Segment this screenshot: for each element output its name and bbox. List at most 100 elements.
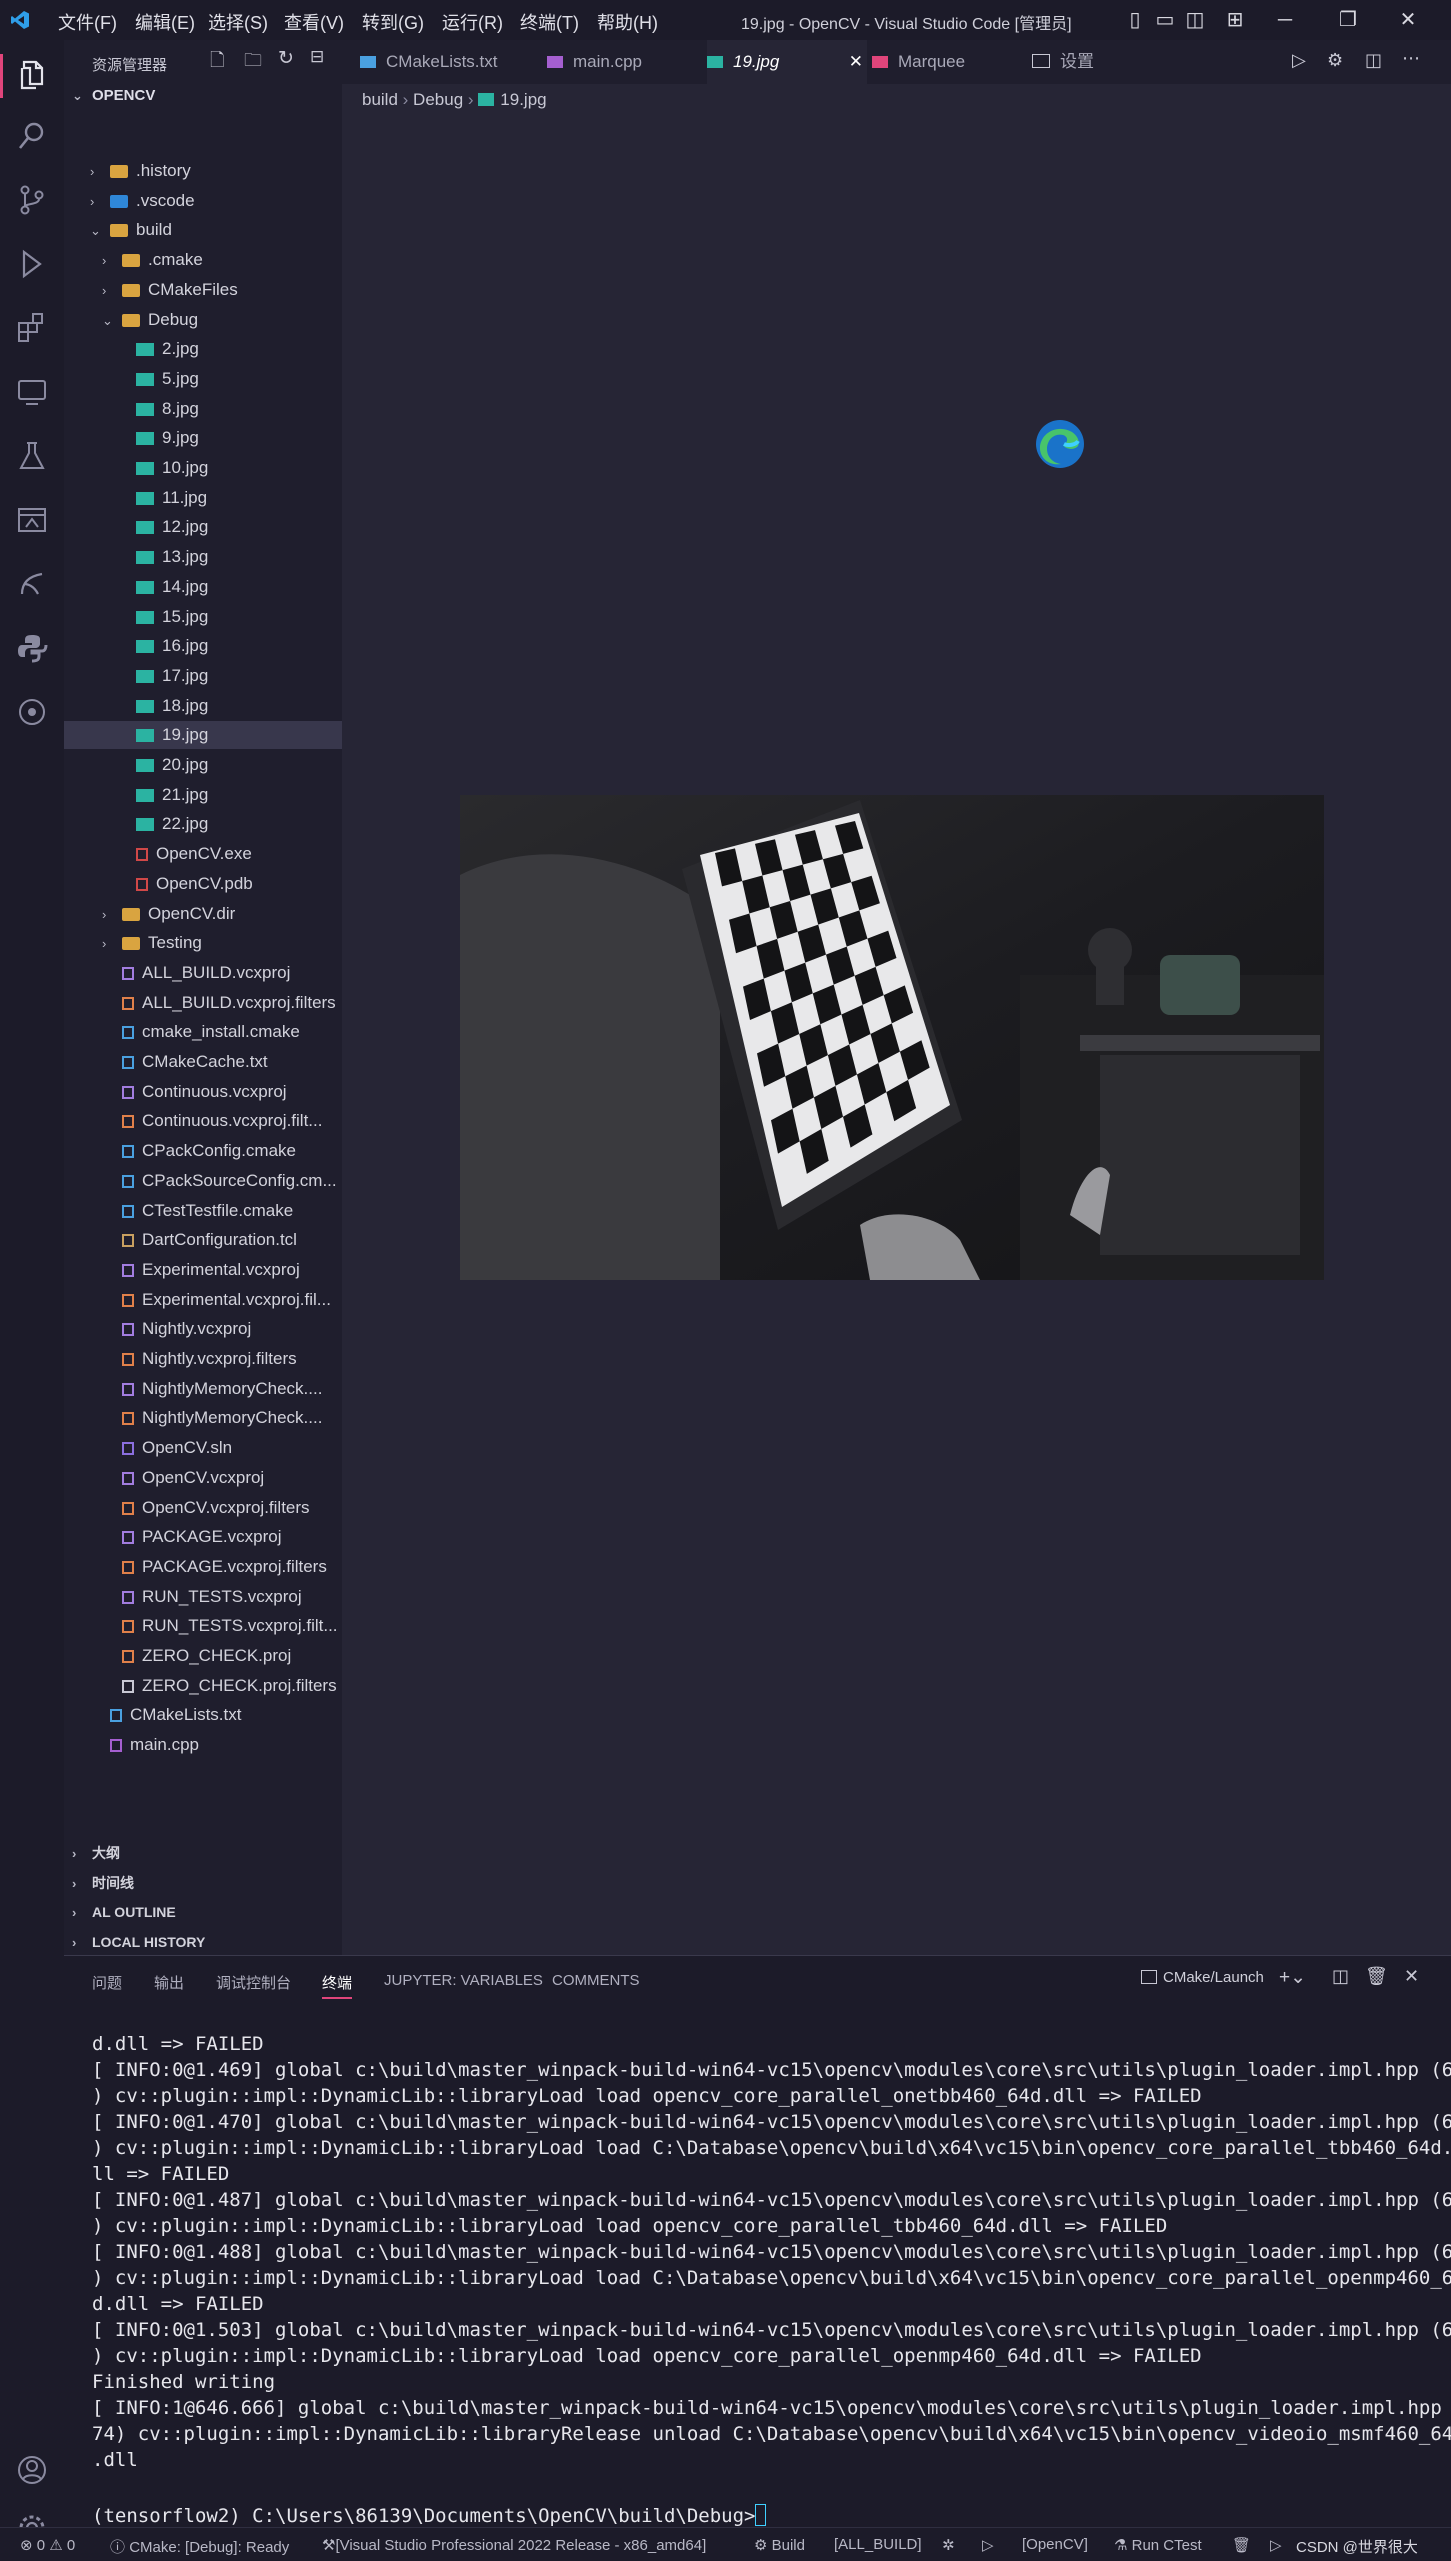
- editor-tab[interactable]: 设置: [1032, 40, 1152, 84]
- tree-file[interactable]: Nightly.vcxproj: [64, 1315, 342, 1343]
- menu-item[interactable]: 编辑(E): [135, 9, 195, 35]
- play-icon[interactable]: ▷: [1270, 2536, 1282, 2554]
- tree-folder[interactable]: › Testing: [64, 929, 342, 957]
- close-tab-icon[interactable]: ✕: [849, 40, 863, 84]
- customize-layout-icon[interactable]: ⊞: [1220, 6, 1250, 34]
- refresh-icon[interactable]: ↻: [278, 47, 294, 70]
- sidebar-section[interactable]: › 时间线: [72, 1869, 134, 1897]
- tree-folder[interactable]: › .cmake: [64, 246, 342, 274]
- tree-file[interactable]: RUN_TESTS.vcxproj.filt...: [64, 1612, 342, 1640]
- tree-folder[interactable]: › CMakeFiles: [64, 276, 342, 304]
- tree-file[interactable]: 17.jpg: [64, 662, 342, 690]
- breadcrumb-build[interactable]: build: [362, 90, 398, 109]
- menu-item[interactable]: 帮助(H): [597, 9, 658, 35]
- minimize-icon[interactable]: ─: [1270, 6, 1300, 34]
- new-terminal-icon[interactable]: +⌄: [1279, 1966, 1306, 1989]
- panel-tab[interactable]: JUPYTER: VARIABLES: [384, 1972, 543, 1989]
- debug-run-icon[interactable]: ⚙: [1327, 50, 1343, 71]
- tree-file[interactable]: ZERO_CHECK.proj: [64, 1642, 342, 1670]
- menu-item[interactable]: 运行(R): [442, 9, 503, 35]
- tree-file[interactable]: PACKAGE.vcxproj: [64, 1523, 342, 1551]
- tree-file[interactable]: CMakeCache.txt: [64, 1048, 342, 1076]
- python-icon[interactable]: [14, 630, 50, 666]
- menu-item[interactable]: 转到(G): [362, 9, 424, 35]
- tree-file[interactable]: 15.jpg: [64, 603, 342, 631]
- toggle-panel-icon[interactable]: ▭: [1150, 6, 1180, 34]
- tree-file[interactable]: Experimental.vcxproj.fil...: [64, 1286, 342, 1314]
- panel-tab[interactable]: 终端: [322, 1972, 353, 1999]
- search-icon[interactable]: [14, 118, 50, 154]
- editor-tab[interactable]: 19.jpg ✕: [707, 40, 867, 86]
- tree-file[interactable]: 11.jpg: [64, 484, 342, 512]
- cmake-icon[interactable]: [14, 502, 50, 538]
- account-icon[interactable]: [14, 2452, 50, 2488]
- tree-file[interactable]: 21.jpg: [64, 781, 342, 809]
- testing-icon[interactable]: [14, 438, 50, 474]
- tree-file[interactable]: 10.jpg: [64, 454, 342, 482]
- source-control-icon[interactable]: [14, 182, 50, 218]
- run-debug-icon[interactable]: [14, 246, 50, 282]
- copilot-icon[interactable]: [14, 694, 50, 730]
- editor-tab[interactable]: CMakeLists.txt: [360, 40, 535, 84]
- launch-icon[interactable]: ▷: [982, 2536, 994, 2554]
- more-actions-icon[interactable]: ⋯: [1402, 48, 1420, 69]
- tree-file[interactable]: 9.jpg: [64, 424, 342, 452]
- tree-folder[interactable]: ⌄ Debug: [64, 306, 342, 334]
- tree-file[interactable]: cmake_install.cmake: [64, 1018, 342, 1046]
- launch-target[interactable]: [OpenCV]: [1022, 2536, 1088, 2553]
- kill-terminal-icon[interactable]: 🗑: [1365, 1966, 1388, 1987]
- tree-file[interactable]: ZERO_CHECK.proj.filters: [64, 1672, 342, 1700]
- tree-file[interactable]: OpenCV.vcxproj.filters: [64, 1494, 342, 1522]
- run-icon[interactable]: ▷: [1292, 50, 1306, 71]
- tree-file[interactable]: OpenCV.vcxproj: [64, 1464, 342, 1492]
- sidebar-section[interactable]: › LOCAL HISTORY: [72, 1928, 205, 1956]
- tree-file[interactable]: 20.jpg: [64, 751, 342, 779]
- tree-folder[interactable]: › .history: [64, 157, 342, 185]
- extensions-icon[interactable]: [14, 310, 50, 346]
- tree-file[interactable]: Experimental.vcxproj: [64, 1256, 342, 1284]
- tree-file[interactable]: OpenCV.sln: [64, 1434, 342, 1462]
- panel-tab[interactable]: 问题: [92, 1972, 122, 1993]
- tree-file[interactable]: 12.jpg: [64, 513, 342, 541]
- toggle-sidebar-icon[interactable]: ▯: [1120, 6, 1150, 34]
- tree-file[interactable]: CTestTestfile.cmake: [64, 1197, 342, 1225]
- tree-file[interactable]: OpenCV.exe: [64, 840, 342, 868]
- menu-item[interactable]: 终端(T): [520, 9, 579, 35]
- problems-status[interactable]: ⊗ 0 ⚠ 0: [20, 2536, 75, 2554]
- panel-tab[interactable]: COMMENTS: [552, 1972, 640, 1989]
- remote-explorer-icon[interactable]: [14, 374, 50, 410]
- split-editor-icon[interactable]: ◫: [1365, 50, 1382, 71]
- toggle-secondary-sidebar-icon[interactable]: ◫: [1180, 6, 1210, 34]
- tree-file[interactable]: Continuous.vcxproj.filt...: [64, 1107, 342, 1135]
- close-window-icon[interactable]: ✕: [1393, 6, 1423, 34]
- tree-file[interactable]: main.cpp: [64, 1731, 342, 1759]
- tree-file[interactable]: NightlyMemoryCheck....: [64, 1404, 342, 1432]
- tree-file[interactable]: Nightly.vcxproj.filters: [64, 1345, 342, 1373]
- new-folder-icon[interactable]: 🗀: [244, 48, 262, 78]
- image-preview[interactable]: [460, 795, 1324, 1280]
- tree-file[interactable]: RUN_TESTS.vcxproj: [64, 1583, 342, 1611]
- panel-tab[interactable]: 调试控制台: [216, 1972, 291, 1993]
- tree-file[interactable]: NightlyMemoryCheck....: [64, 1375, 342, 1403]
- sidebar-section[interactable]: › 大纲: [72, 1839, 120, 1867]
- breadcrumb-file[interactable]: 19.jpg: [500, 90, 546, 109]
- editor-tab[interactable]: Marquee: [872, 40, 1022, 84]
- new-file-icon[interactable]: 🗋: [210, 48, 224, 78]
- cmake-status[interactable]: ⓘ CMake: [Debug]: Ready: [110, 2536, 289, 2557]
- restore-icon[interactable]: ❐: [1333, 6, 1363, 34]
- tree-folder[interactable]: › .vscode: [64, 187, 342, 215]
- anaconda-icon[interactable]: [14, 566, 50, 602]
- split-terminal-icon[interactable]: ◫: [1332, 1966, 1349, 1987]
- run-ctest[interactable]: ⚗ Run CTest: [1114, 2536, 1202, 2554]
- tree-file[interactable]: 8.jpg: [64, 395, 342, 423]
- tree-file[interactable]: Continuous.vcxproj: [64, 1078, 342, 1106]
- breadcrumb-debug[interactable]: Debug: [413, 90, 463, 109]
- tree-folder[interactable]: › OpenCV.dir: [64, 900, 342, 928]
- tree-file[interactable]: OpenCV.pdb: [64, 870, 342, 898]
- explorer-icon[interactable]: [14, 56, 50, 92]
- tree-folder[interactable]: ⌄ build: [64, 216, 342, 244]
- close-panel-icon[interactable]: ✕: [1404, 1966, 1419, 1987]
- tree-file[interactable]: 5.jpg: [64, 365, 342, 393]
- build-target[interactable]: [ALL_BUILD]: [834, 2536, 922, 2553]
- workspace-root[interactable]: ⌄ OPENCV: [72, 87, 155, 104]
